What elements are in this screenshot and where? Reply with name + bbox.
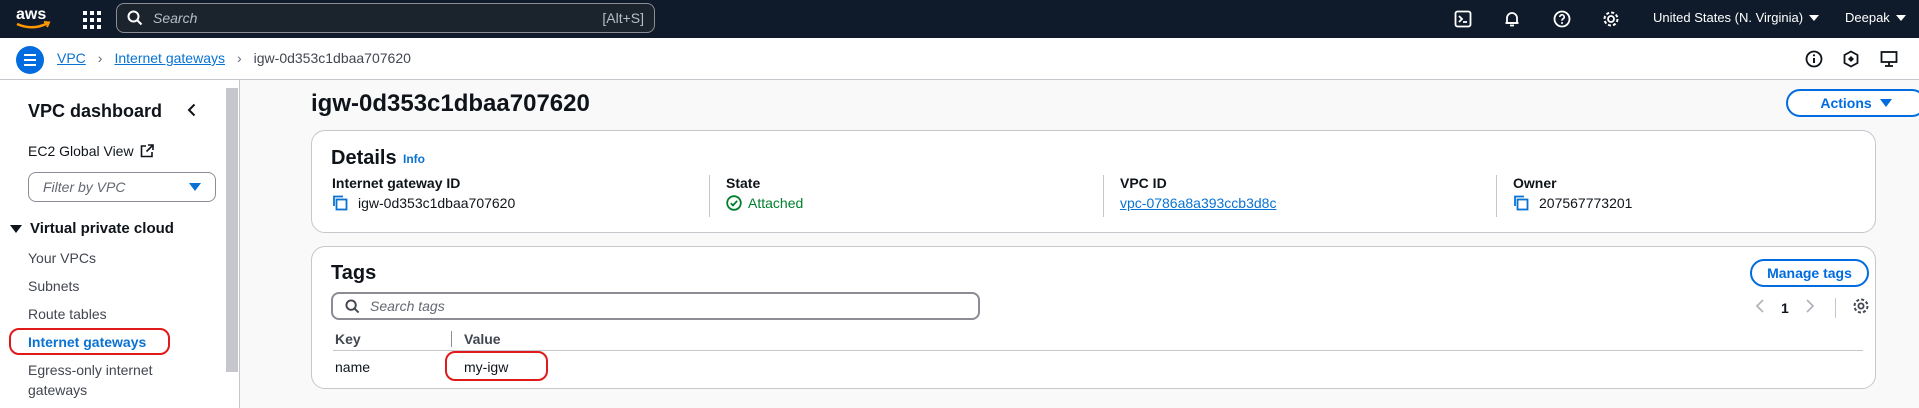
display-settings-icon[interactable] xyxy=(1879,49,1899,69)
cloudshell-icon[interactable] xyxy=(1452,8,1474,30)
chevron-down-icon xyxy=(1809,14,1820,21)
sidebar-item-your-vpcs[interactable]: Your VPCs xyxy=(28,250,96,266)
chevron-down-icon xyxy=(189,183,201,191)
sidebar: VPC dashboard EC2 Global View Filter by … xyxy=(0,80,240,408)
column-resizer[interactable] xyxy=(451,331,452,347)
manage-tags-label: Manage tags xyxy=(1767,265,1852,281)
sidebar-title[interactable]: VPC dashboard xyxy=(28,101,162,122)
section-virtual-private-cloud[interactable]: Virtual private cloud xyxy=(10,220,174,237)
field-state: State Attached xyxy=(726,175,1106,211)
copy-icon[interactable] xyxy=(332,195,348,211)
ec2-global-view-label: EC2 Global View xyxy=(28,143,134,159)
sidebar-item-route-tables[interactable]: Route tables xyxy=(28,306,107,322)
bell-icon[interactable] xyxy=(1501,8,1523,30)
sidebar-item-egress-only-internet-gateways[interactable]: Egress-only internet xyxy=(28,362,153,378)
table-preferences-icon[interactable] xyxy=(1852,297,1870,318)
actions-label: Actions xyxy=(1820,95,1872,111)
filter-placeholder: Filter by VPC xyxy=(43,179,126,195)
details-card: Details Info Internet gateway ID igw-0d3… xyxy=(311,130,1876,233)
breadcrumb-current: igw-0d353c1dbaa707620 xyxy=(253,50,411,66)
aws-logo[interactable]: aws xyxy=(14,5,54,33)
sidebar-item-egress-only-continued[interactable]: gateways xyxy=(28,382,87,398)
region-label: United States (N. Virginia) xyxy=(1653,10,1804,25)
breadcrumb: VPC › Internet gateways › igw-0d353c1dba… xyxy=(57,50,411,66)
chevron-right-icon: › xyxy=(236,50,242,66)
check-circle-icon xyxy=(726,195,742,211)
search-tags-placeholder: Search tags xyxy=(370,298,445,314)
highlight-annotation xyxy=(9,328,170,355)
gateway-id-value: igw-0d353c1dbaa707620 xyxy=(358,195,516,211)
caret-down-icon xyxy=(10,224,22,233)
svg-text:aws: aws xyxy=(16,6,46,23)
pagination: 1 xyxy=(1755,297,1870,318)
column-divider xyxy=(709,175,710,217)
user-label: Deepak xyxy=(1845,10,1890,25)
page-title: igw-0d353c1dbaa707620 xyxy=(311,90,590,117)
field-value: Attached xyxy=(726,195,1106,211)
search-icon xyxy=(127,10,143,26)
details-title: Details xyxy=(331,147,397,169)
chevron-down-icon xyxy=(1895,14,1906,21)
search-placeholder: Search xyxy=(153,10,198,26)
collapse-sidebar-icon[interactable] xyxy=(184,102,200,118)
search-icon xyxy=(345,298,360,313)
chevron-right-icon: › xyxy=(97,50,103,66)
field-value: igw-0d353c1dbaa707620 xyxy=(332,195,712,211)
field-internet-gateway-id: Internet gateway ID igw-0d353c1dbaa70762… xyxy=(332,175,712,211)
previous-page-icon[interactable] xyxy=(1755,299,1765,316)
column-header-key[interactable]: Key xyxy=(335,331,361,347)
feedback-icon[interactable] xyxy=(1841,49,1861,69)
sidebar-item-subnets[interactable]: Subnets xyxy=(28,278,79,294)
column-divider xyxy=(1103,175,1104,217)
search-tags-input[interactable]: Search tags xyxy=(331,292,980,320)
field-value: 207567773201 xyxy=(1513,195,1893,211)
owner-value: 207567773201 xyxy=(1539,195,1633,211)
chevron-down-icon xyxy=(1879,99,1892,107)
tags-card: Tags Manage tags Search tags 1 Key Value… xyxy=(311,246,1876,389)
filter-by-vpc-select[interactable]: Filter by VPC xyxy=(28,172,216,202)
table-header: Key Value xyxy=(333,327,1863,351)
highlight-annotation xyxy=(445,351,548,381)
copy-icon[interactable] xyxy=(1513,195,1529,211)
info-icon[interactable] xyxy=(1804,49,1824,69)
breadcrumb-vpc[interactable]: VPC xyxy=(57,50,86,66)
menu-icon[interactable] xyxy=(16,46,44,74)
services-grid-icon[interactable] xyxy=(80,8,102,30)
column-divider xyxy=(1496,175,1497,217)
manage-tags-button[interactable]: Manage tags xyxy=(1750,259,1869,287)
top-navigation: aws Search [Alt+S] United States (N. Vir… xyxy=(0,0,1919,38)
current-page[interactable]: 1 xyxy=(1781,300,1789,316)
field-label: Owner xyxy=(1513,175,1557,191)
sidebar-item-ec2-global-view[interactable]: EC2 Global View xyxy=(28,143,154,159)
external-link-icon xyxy=(140,144,154,158)
gear-icon[interactable] xyxy=(1600,8,1622,30)
actions-button[interactable]: Actions xyxy=(1786,89,1919,117)
column-header-value[interactable]: Value xyxy=(464,331,501,347)
table-row: name my-igw xyxy=(333,353,1863,379)
search-shortcut: [Alt+S] xyxy=(602,10,644,26)
info-link[interactable]: Info xyxy=(403,152,425,166)
region-selector[interactable]: United States (N. Virginia) xyxy=(1653,10,1820,25)
field-label: State xyxy=(726,175,761,191)
field-vpc-id: VPC ID vpc-0786a8a393ccb3d8c xyxy=(1120,175,1500,211)
field-label: VPC ID xyxy=(1120,175,1167,191)
state-value: Attached xyxy=(748,195,804,211)
section-label: Virtual private cloud xyxy=(30,220,174,237)
vpc-id-link[interactable]: vpc-0786a8a393ccb3d8c xyxy=(1120,195,1500,211)
breadcrumb-bar: VPC › Internet gateways › igw-0d353c1dba… xyxy=(0,38,1919,80)
global-search-input[interactable]: Search [Alt+S] xyxy=(116,3,655,33)
field-owner: Owner 207567773201 xyxy=(1513,175,1893,211)
user-menu[interactable]: Deepak xyxy=(1845,10,1906,25)
help-icon[interactable] xyxy=(1551,8,1573,30)
tags-title: Tags xyxy=(331,262,377,284)
tag-key-cell: name xyxy=(335,359,371,375)
next-page-icon[interactable] xyxy=(1805,299,1815,316)
sidebar-scrollbar[interactable] xyxy=(226,88,238,372)
breadcrumb-internet-gateways[interactable]: Internet gateways xyxy=(114,50,225,66)
field-label: Internet gateway ID xyxy=(332,175,461,191)
